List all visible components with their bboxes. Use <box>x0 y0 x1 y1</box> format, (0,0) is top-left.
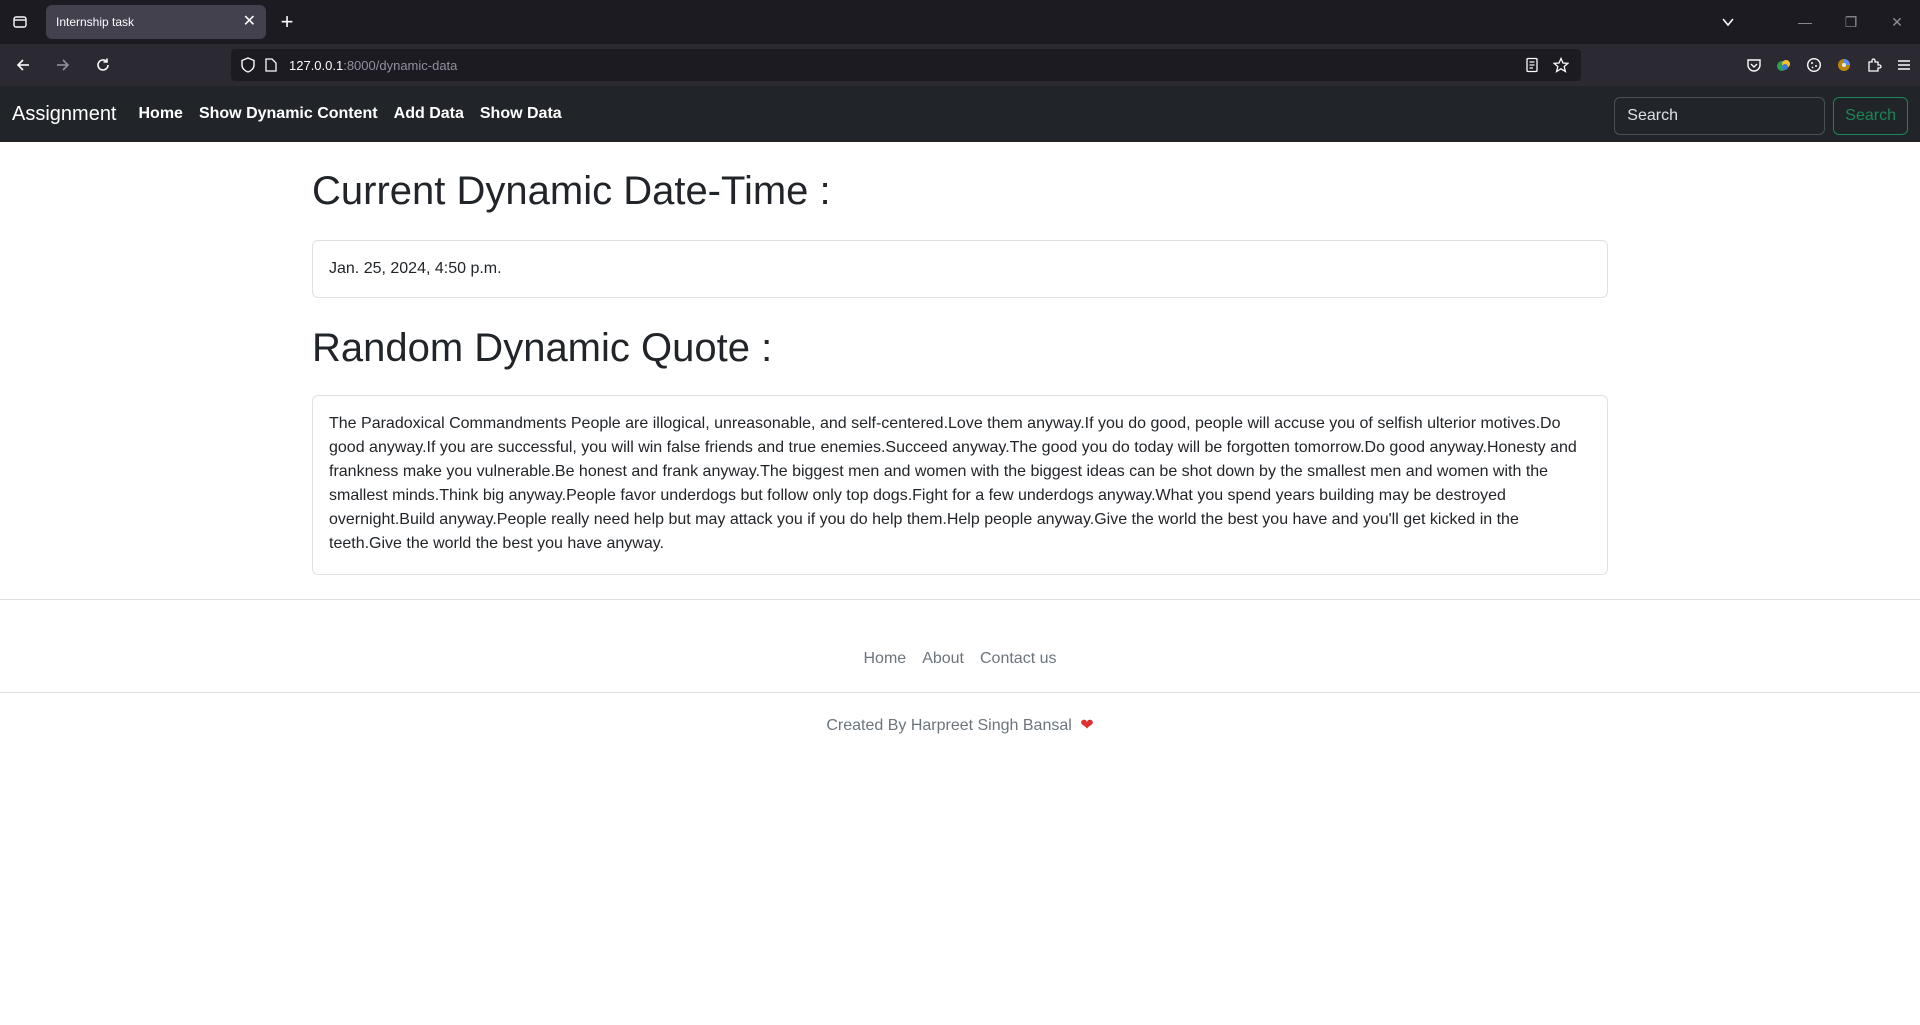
date-time-card: Jan. 25, 2024, 4:50 p.m. <box>312 240 1608 298</box>
browser-toolbar-icons <box>1746 44 1912 86</box>
nav-link-show-dynamic-content[interactable]: Show Dynamic Content <box>199 105 378 123</box>
main-container: Current Dynamic Date-Time : Jan. 25, 202… <box>312 169 1608 575</box>
nav-link-home[interactable]: Home <box>139 105 183 123</box>
cookie-icon[interactable] <box>1806 57 1822 73</box>
browser-tab[interactable]: Internship task ✕ <box>46 5 266 39</box>
footer-credit: Created By Harpreet Singh Bansal ❤ <box>0 715 1920 735</box>
navbar-brand[interactable]: Assignment <box>12 103 117 126</box>
forward-icon[interactable] <box>46 48 80 82</box>
url-host: 127.0.0.1 <box>289 57 344 73</box>
reload-icon[interactable] <box>86 48 120 82</box>
footer-link-contact[interactable]: Contact us <box>980 650 1056 668</box>
nav-link-show-data[interactable]: Show Data <box>480 105 562 123</box>
footer-links: Home About Contact us <box>0 600 1920 693</box>
footer: Home About Contact us Created By Harpree… <box>0 599 1920 735</box>
footer-link-about[interactable]: About <box>922 650 964 668</box>
url-path: :8000/dynamic-data <box>343 57 458 73</box>
pocket-icon[interactable] <box>1746 57 1762 73</box>
back-icon[interactable] <box>6 48 40 82</box>
quote-heading: Random Dynamic Quote : <box>312 326 773 370</box>
heart-icon: ❤ <box>1080 717 1094 734</box>
url-bar-icons <box>1525 49 1569 81</box>
quote-card: The Paradoxical Commandments People are … <box>312 395 1608 575</box>
site-navbar: Assignment Home Show Dynamic Content Add… <box>0 86 1920 142</box>
quote-text: The Paradoxical Commandments People are … <box>329 415 1577 552</box>
minimize-icon[interactable]: — <box>1782 0 1828 44</box>
window-controls: — ❐ ✕ <box>1708 0 1920 44</box>
tab-close-icon[interactable]: ✕ <box>243 14 256 30</box>
nav-link-add-data[interactable]: Add Data <box>394 105 464 123</box>
tab-list-icon[interactable] <box>0 0 40 44</box>
bookmark-star-icon[interactable] <box>1553 57 1569 73</box>
extension-colorful-icon[interactable] <box>1776 57 1792 73</box>
extensions-puzzle-icon[interactable] <box>1866 57 1882 73</box>
search-form: Search <box>1614 97 1908 135</box>
tab-title: Internship task <box>56 15 135 29</box>
reader-mode-icon[interactable] <box>1525 57 1539 73</box>
chevron-down-icon[interactable] <box>1708 15 1748 29</box>
new-tab-icon[interactable]: + <box>270 5 304 39</box>
date-time-heading: Current Dynamic Date-Time : <box>312 169 831 213</box>
shield-icon[interactable] <box>241 57 255 73</box>
browser-toolbar: 127.0.0.1:8000/dynamic-data <box>0 44 1920 86</box>
url-bar[interactable]: 127.0.0.1:8000/dynamic-data <box>231 49 1581 81</box>
window-close-icon[interactable]: ✕ <box>1874 0 1920 44</box>
credit-text: Created By Harpreet Singh Bansal <box>826 717 1072 734</box>
search-button[interactable]: Search <box>1833 97 1908 135</box>
page-icon[interactable] <box>265 58 277 72</box>
hamburger-menu-icon[interactable] <box>1896 57 1912 73</box>
restore-icon[interactable]: ❐ <box>1828 0 1874 44</box>
footer-link-home[interactable]: Home <box>864 650 907 668</box>
search-input[interactable] <box>1614 97 1826 135</box>
date-time-value: Jan. 25, 2024, 4:50 p.m. <box>329 260 502 277</box>
browser-tab-bar: Internship task ✕ + — ❐ ✕ <box>0 0 1920 44</box>
color-picker-extension-icon[interactable] <box>1836 57 1852 73</box>
